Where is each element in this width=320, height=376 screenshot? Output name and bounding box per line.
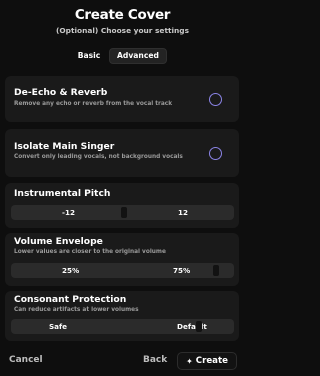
volume-description: Lower values are closer to the original … — [14, 249, 166, 255]
volume-max-label: 75% — [173, 266, 191, 275]
de-echo-option[interactable]: De-Echo & Reverb Remove any echo or reve… — [5, 76, 239, 122]
pitch-slider[interactable]: -12 12 — [11, 205, 234, 220]
pitch-card: Instrumental Pitch -12 12 — [5, 183, 239, 228]
isolate-singer-description: Convert only leading vocals, not backgro… — [14, 154, 183, 160]
pitch-max-label: 12 — [178, 208, 189, 217]
consonant-slider[interactable]: Safe Default — [11, 319, 234, 334]
create-button[interactable]: ✦ Create — [177, 352, 237, 370]
pitch-slider-handle[interactable] — [121, 207, 127, 218]
sparkle-icon: ✦ — [186, 356, 193, 366]
tab-basic[interactable]: Basic — [73, 48, 105, 64]
volume-min-label: 25% — [62, 266, 80, 275]
de-echo-radio[interactable] — [209, 93, 222, 106]
volume-slider-handle[interactable] — [213, 265, 219, 276]
isolate-singer-title: Isolate Main Singer — [14, 141, 115, 152]
cancel-button[interactable]: Cancel — [9, 355, 43, 365]
create-label: Create — [195, 356, 228, 366]
pitch-title: Instrumental Pitch — [14, 188, 111, 199]
isolate-singer-radio[interactable] — [209, 147, 222, 160]
page-subtitle: (Optional) Choose your settings — [56, 26, 189, 35]
isolate-singer-option[interactable]: Isolate Main Singer Convert only leading… — [5, 129, 239, 177]
page-title: Create Cover — [74, 7, 171, 23]
consonant-min-label: Safe — [49, 322, 68, 331]
consonant-slider-handle[interactable] — [196, 321, 202, 332]
volume-card: Volume Envelope Lower values are closer … — [5, 233, 239, 286]
consonant-title: Consonant Protection — [14, 294, 127, 305]
volume-title: Volume Envelope — [14, 236, 103, 247]
tab-advanced[interactable]: Advanced — [109, 48, 167, 64]
consonant-max-label: Default — [177, 322, 207, 331]
de-echo-description: Remove any echo or reverb from the vocal… — [14, 101, 173, 107]
pitch-min-label: -12 — [62, 208, 75, 217]
de-echo-title: De-Echo & Reverb — [14, 87, 108, 98]
consonant-card: Consonant Protection Can reduce artifact… — [5, 291, 239, 341]
consonant-description: Can reduce artifacts at lower volumes — [14, 307, 139, 313]
volume-slider[interactable]: 25% 75% — [11, 263, 234, 278]
mode-tabs: Basic Advanced — [71, 46, 173, 66]
back-button[interactable]: Back — [143, 355, 167, 365]
